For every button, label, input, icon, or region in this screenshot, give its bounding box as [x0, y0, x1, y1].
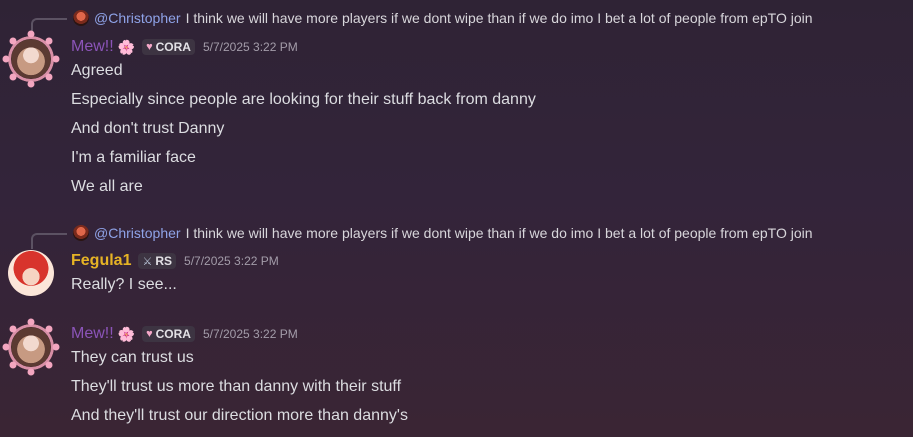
message-text: Agreed [71, 62, 123, 79]
guild-tag[interactable]: ♥ CORA [142, 39, 195, 55]
message-header: Mew!! 🌸 ♥ CORA 5/7/2025 3:22 PM [71, 324, 298, 344]
flower-emoji: 🌸 [117, 325, 136, 342]
message-text: I'm a familiar face [71, 149, 196, 166]
message-text: And don't trust Danny [71, 120, 225, 137]
message-text: We all are [71, 178, 143, 195]
reply-mention[interactable]: @Christopher [94, 225, 181, 241]
reply-mention[interactable]: @Christopher [94, 10, 181, 26]
sword-icon: ⚔ [142, 255, 153, 268]
message-text: Really? I see... [71, 276, 177, 293]
reply-text[interactable]: I think we will have more players if we … [186, 225, 813, 241]
avatar[interactable] [8, 250, 54, 296]
reply-avatar [73, 10, 89, 26]
guild-tag[interactable]: ♥ CORA [142, 326, 195, 342]
reply-preview[interactable]: @Christopher I think we will have more p… [31, 223, 813, 249]
username[interactable]: Fegula1 [71, 252, 131, 270]
heart-icon: ♥ [146, 41, 153, 53]
message-text: Especially since people are looking for … [71, 91, 536, 108]
guild-tag-label: CORA [155, 40, 191, 54]
avatar[interactable] [8, 36, 54, 82]
avatar[interactable] [8, 324, 54, 370]
timestamp[interactable]: 5/7/2025 3:22 PM [203, 40, 298, 54]
message-header: Mew!! 🌸 ♥ CORA 5/7/2025 3:22 PM [71, 37, 298, 57]
username[interactable]: Mew!! [71, 325, 114, 343]
message-text: They'll trust us more than danny with th… [71, 378, 402, 395]
reply-text[interactable]: I think we will have more players if we … [186, 10, 813, 26]
reply-preview[interactable]: @Christopher I think we will have more p… [31, 8, 813, 34]
timestamp[interactable]: 5/7/2025 3:22 PM [203, 327, 298, 341]
reply-spine [31, 233, 67, 249]
guild-tag-label: RS [155, 254, 173, 268]
reply-spine [31, 18, 67, 34]
heart-icon: ♥ [146, 328, 153, 340]
message-text: They can trust us [71, 349, 194, 366]
message-header: Fegula1 ⚔ RS 5/7/2025 3:22 PM [71, 251, 279, 271]
timestamp[interactable]: 5/7/2025 3:22 PM [184, 254, 279, 268]
flower-emoji: 🌸 [117, 38, 136, 55]
message-text: And they'll trust our direction more tha… [71, 407, 408, 424]
username[interactable]: Mew!! [71, 38, 114, 56]
guild-tag[interactable]: ⚔ RS [138, 253, 177, 269]
guild-tag-label: CORA [155, 327, 191, 341]
reply-avatar [73, 225, 89, 241]
